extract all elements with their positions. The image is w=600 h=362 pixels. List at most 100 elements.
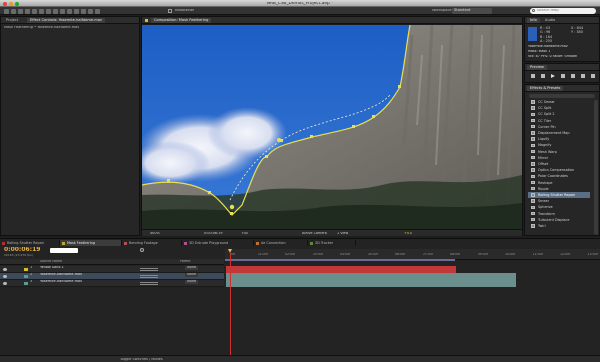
- tab-composition[interactable]: Composition: Mask Feathering: [151, 18, 212, 23]
- eraser-tool-icon[interactable]: [81, 8, 86, 14]
- timeline-timecode[interactable]: 0:00:06:19: [4, 247, 40, 253]
- layer-label-color[interactable]: [24, 267, 28, 271]
- layer-parent-select[interactable]: None: [185, 280, 199, 284]
- effect-item[interactable]: Reshape: [528, 180, 590, 186]
- resolution-select[interactable]: Full: [242, 232, 248, 235]
- layer-parent-select[interactable]: None: [185, 266, 199, 270]
- table-row[interactable]: 3 Yosemite-halfdome.mov None: [0, 280, 224, 287]
- effect-item[interactable]: Transform: [528, 211, 590, 217]
- eye-icon[interactable]: [3, 274, 7, 278]
- selection-tool-icon[interactable]: [4, 8, 9, 14]
- effect-item[interactable]: Ripple: [528, 186, 590, 192]
- eye-icon[interactable]: [3, 267, 7, 271]
- camera-tool-icon[interactable]: [32, 8, 37, 14]
- composition-mini-flowchart-icon[interactable]: [140, 248, 144, 252]
- exposure-value[interactable]: +0.0: [404, 232, 412, 235]
- views-select[interactable]: 1 View: [337, 232, 348, 235]
- rotobezier-label: RotoBezier: [175, 9, 195, 12]
- effect-item[interactable]: Spherize: [528, 204, 590, 210]
- ram-preview-icon[interactable]: [591, 74, 595, 78]
- timeline-tab[interactable]: Ae Connection: [254, 240, 308, 246]
- zoom-select[interactable]: 400%: [150, 232, 160, 235]
- effect-item[interactable]: CC Tiler: [528, 118, 590, 124]
- lock-icon[interactable]: [145, 18, 148, 22]
- effect-item[interactable]: CC Smear: [528, 99, 590, 105]
- timeline-tab[interactable]: Mask Feathering: [60, 240, 122, 246]
- layer-duration-bar[interactable]: [226, 273, 516, 280]
- effect-item[interactable]: Magnify: [528, 142, 590, 148]
- effect-item[interactable]: Mesh Warp: [528, 149, 590, 155]
- effect-item[interactable]: Displacement Map: [528, 130, 590, 136]
- next-frame-icon[interactable]: [561, 74, 565, 78]
- layer-switches[interactable]: [140, 282, 158, 285]
- layer-duration-bar[interactable]: [226, 266, 456, 273]
- effect-item[interactable]: CC Split 2: [528, 111, 590, 117]
- roto-brush-tool-icon[interactable]: [88, 8, 93, 14]
- rotobezier-checkbox[interactable]: [168, 9, 172, 13]
- layer-label-color[interactable]: [24, 274, 28, 278]
- pan-behind-tool-icon[interactable]: [39, 8, 44, 14]
- search-help-field[interactable]: Search Help: [530, 8, 596, 14]
- play-icon[interactable]: [551, 74, 555, 78]
- composition-canvas[interactable]: [142, 25, 522, 233]
- effect-item[interactable]: Corner Pin: [528, 124, 590, 130]
- layer-switches[interactable]: [140, 275, 158, 278]
- timeline-tab[interactable]: 3D Tracker: [308, 240, 356, 246]
- layer-name[interactable]: Yellow Solid 1: [40, 266, 64, 270]
- effect-item[interactable]: Turbulent Displace: [528, 217, 590, 223]
- tab-effects-presets[interactable]: Effects & Presets: [527, 86, 564, 91]
- clone-tool-icon[interactable]: [74, 8, 79, 14]
- effect-item[interactable]: Optics Compensation: [528, 167, 590, 173]
- tab-info[interactable]: Info: [527, 18, 540, 23]
- current-time-display[interactable]: 0:00:06:19: [204, 232, 223, 235]
- tab-effect-controls[interactable]: Effect Controls: Yosemite-halfdome.mov: [27, 18, 106, 23]
- column-parent[interactable]: Parent: [180, 260, 191, 263]
- table-row[interactable]: 2 Yosemite-halfdome.mov None: [0, 273, 224, 280]
- effect-item[interactable]: Rolling Shutter Repair: [528, 192, 590, 199]
- previous-frame-icon[interactable]: [541, 74, 545, 78]
- pen-tool-icon[interactable]: [53, 8, 58, 14]
- timeline-tab[interactable]: Bending Footage: [122, 240, 182, 246]
- toggle-switches-modes-button[interactable]: Toggle Switches / Modes: [120, 358, 163, 362]
- puppet-tool-icon[interactable]: [95, 8, 100, 14]
- current-time-indicator-line[interactable]: [230, 253, 231, 356]
- timeline-tab[interactable]: Rolling Shutter Repair: [0, 240, 60, 246]
- tab-audio[interactable]: Audio: [542, 18, 558, 23]
- timeline-tab[interactable]: 3D Extrude Playground: [182, 240, 254, 246]
- layer-duration-bar[interactable]: [226, 280, 516, 287]
- effect-item[interactable]: Twirl: [528, 223, 590, 229]
- audio-icon[interactable]: [581, 74, 585, 78]
- tab-project[interactable]: Project: [3, 18, 21, 23]
- zoom-tool-icon[interactable]: [18, 8, 23, 14]
- first-frame-icon[interactable]: [531, 74, 535, 78]
- layer-switches[interactable]: [140, 268, 158, 271]
- effect-item[interactable]: Liquify: [528, 136, 590, 142]
- effect-item[interactable]: Polar Coordinates: [528, 173, 590, 179]
- effect-item[interactable]: Offset: [528, 161, 590, 167]
- eye-icon[interactable]: [3, 281, 7, 285]
- last-frame-icon[interactable]: [571, 74, 575, 78]
- mask-tool-icon[interactable]: [46, 8, 51, 14]
- timeline-search-field[interactable]: [50, 248, 78, 253]
- tab-preview[interactable]: Preview: [527, 65, 547, 70]
- workspace-select[interactable]: Standard: [452, 8, 492, 14]
- rotate-tool-icon[interactable]: [25, 8, 30, 14]
- work-area-bar[interactable]: [225, 259, 455, 261]
- column-source-name[interactable]: Source Name: [40, 260, 62, 263]
- layer-label-color[interactable]: [24, 281, 28, 285]
- layer-name[interactable]: Yosemite-halfdome.mov: [40, 280, 82, 284]
- brush-tool-icon[interactable]: [67, 8, 72, 14]
- layer-name[interactable]: Yosemite-halfdome.mov: [40, 273, 82, 277]
- effect-item[interactable]: CC Split: [528, 105, 590, 111]
- text-tool-icon[interactable]: [60, 8, 65, 14]
- active-camera-select[interactable]: Active Camera: [302, 232, 327, 235]
- effects-search-field[interactable]: [529, 94, 595, 98]
- effects-scrollbar[interactable]: [594, 100, 598, 235]
- composition-viewer-image[interactable]: [142, 25, 522, 233]
- layer-parent-select[interactable]: None: [185, 273, 199, 277]
- effect-icon: [531, 168, 535, 172]
- hand-tool-icon[interactable]: [11, 8, 16, 14]
- table-row[interactable]: 1 Yellow Solid 1 None: [0, 266, 224, 273]
- effect-item[interactable]: Mirror: [528, 155, 590, 161]
- effect-item[interactable]: Smear: [528, 198, 590, 204]
